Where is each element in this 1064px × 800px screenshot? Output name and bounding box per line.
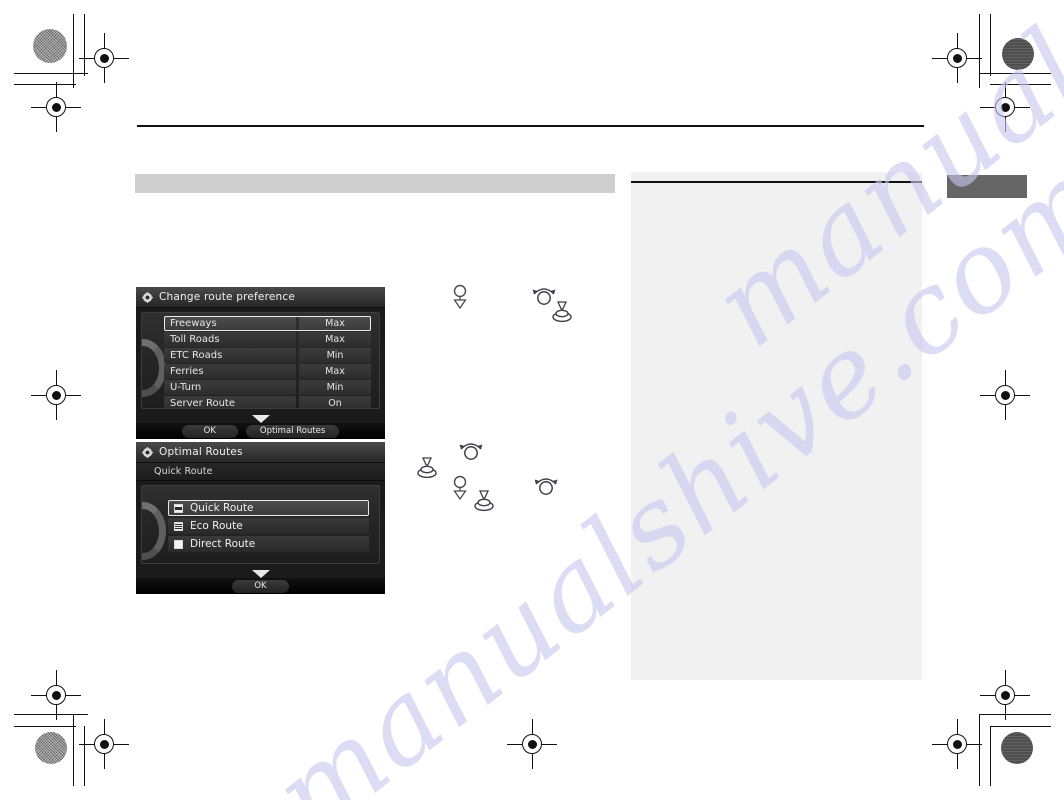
registration-target [980,82,1030,132]
list-item-label: Eco Route [190,520,243,532]
row-value[interactable]: Min [299,380,371,395]
table-row[interactable]: Server Route On [164,396,371,408]
table-row[interactable]: ETC Roads Min [164,348,371,363]
row-label: Ferries [164,364,296,379]
halftone-dot-circle [1002,38,1034,70]
nav-screen-footer: OK [136,578,385,594]
list-item-label: Direct Route [190,538,256,550]
crop-rule [979,14,980,88]
crop-rule [990,726,1051,727]
press-gesture-icon [551,299,573,323]
crop-rule [73,14,74,88]
registration-target [31,370,81,420]
rotate-gesture-icon [458,440,484,462]
registration-target [980,370,1030,420]
row-label: Freeways [164,316,296,331]
chapter-tab-marker [947,175,1027,198]
section-title-bar [135,174,615,193]
route-preference-list: Freeways Max Toll Roads Max ETC Roads Mi… [142,313,379,408]
table-row[interactable]: Freeways Max [164,316,371,331]
ok-button[interactable]: OK [232,579,289,593]
crop-rule [990,84,1051,85]
table-row[interactable]: Ferries Max [164,364,371,379]
nav-screen-titlebar: Change route preference [136,287,385,308]
rotate-gesture-icon [533,475,559,497]
crop-rule [990,726,991,786]
sidebar-note-rule [631,181,922,183]
crop-rule [73,714,74,786]
page-header-rule [137,125,924,127]
list-item[interactable]: Direct Route [168,536,369,552]
halftone-dot-circle [35,732,67,764]
press-gesture-icon [473,488,495,512]
crop-rule [990,14,991,76]
list-item[interactable]: Quick Route [168,500,369,516]
registration-target [507,719,557,769]
row-label: ETC Roads [164,348,296,363]
crop-rule [84,726,85,786]
list-item-label: Quick Route [190,502,254,514]
crop-rule [14,714,88,715]
nav-screen-subtitle-bar: Quick Route [136,463,385,481]
crop-rule [979,73,1051,74]
row-value[interactable]: Max [299,316,371,331]
registration-target [31,670,81,720]
row-label: U-Turn [164,380,296,395]
nav-screen-body: Freeways Max Toll Roads Max ETC Roads Mi… [141,312,380,409]
registration-target [932,719,982,769]
pin-down-gesture-icon [450,283,470,311]
row-value[interactable]: Max [299,332,371,347]
crop-rule [979,714,980,786]
nav-screen-title: Optimal Routes [159,446,243,458]
optimal-routes-list: Quick Route Eco Route Direct Route [142,486,379,552]
row-label: Server Route [164,396,296,408]
checkbox-striped-icon[interactable] [174,521,183,531]
chevron-down-icon[interactable] [251,570,270,578]
checkbox-partial-icon[interactable] [174,503,183,513]
halftone-dot-circle [1001,732,1033,764]
chevron-down-icon[interactable] [251,415,270,423]
list-item[interactable]: Eco Route [168,518,369,534]
pin-down-gesture-icon [450,474,470,502]
sidebar-note-panel [631,172,922,680]
nav-screen-footer: OK Optimal Routes [136,423,385,439]
nav-screen-subtitle: Quick Route [154,466,213,477]
gear-icon [142,446,153,458]
nav-screen-optimal-routes[interactable]: Optimal Routes Quick Route Quick Route E… [136,442,385,594]
crop-rule [84,14,85,76]
row-label: Toll Roads [164,332,296,347]
rotate-gesture-icon [531,285,557,307]
row-value[interactable]: Min [299,348,371,363]
row-value[interactable]: Max [299,364,371,379]
optimal-routes-button[interactable]: Optimal Routes [245,424,340,438]
checkbox-filled-icon[interactable] [174,539,183,549]
nav-screen-title: Change route preference [159,291,296,303]
crop-rule [14,84,76,85]
registration-target [932,33,982,83]
registration-target [79,33,129,83]
press-gesture-icon [416,455,438,479]
registration-target [79,719,129,769]
table-row[interactable]: U-Turn Min [164,380,371,395]
registration-target [31,82,81,132]
crop-rule [14,726,76,727]
nav-screen-titlebar: Optimal Routes [136,442,385,463]
crop-rule [14,73,88,74]
halftone-dot-circle [33,29,67,63]
registration-target [980,670,1030,720]
ok-button[interactable]: OK [181,424,238,438]
table-row[interactable]: Toll Roads Max [164,332,371,347]
gear-icon [142,291,153,303]
row-value[interactable]: On [299,396,371,408]
nav-screen-route-preference[interactable]: Change route preference Freeways Max Tol… [136,287,385,439]
nav-screen-body: Quick Route Eco Route Direct Route [141,485,380,564]
crop-rule [979,714,1051,715]
